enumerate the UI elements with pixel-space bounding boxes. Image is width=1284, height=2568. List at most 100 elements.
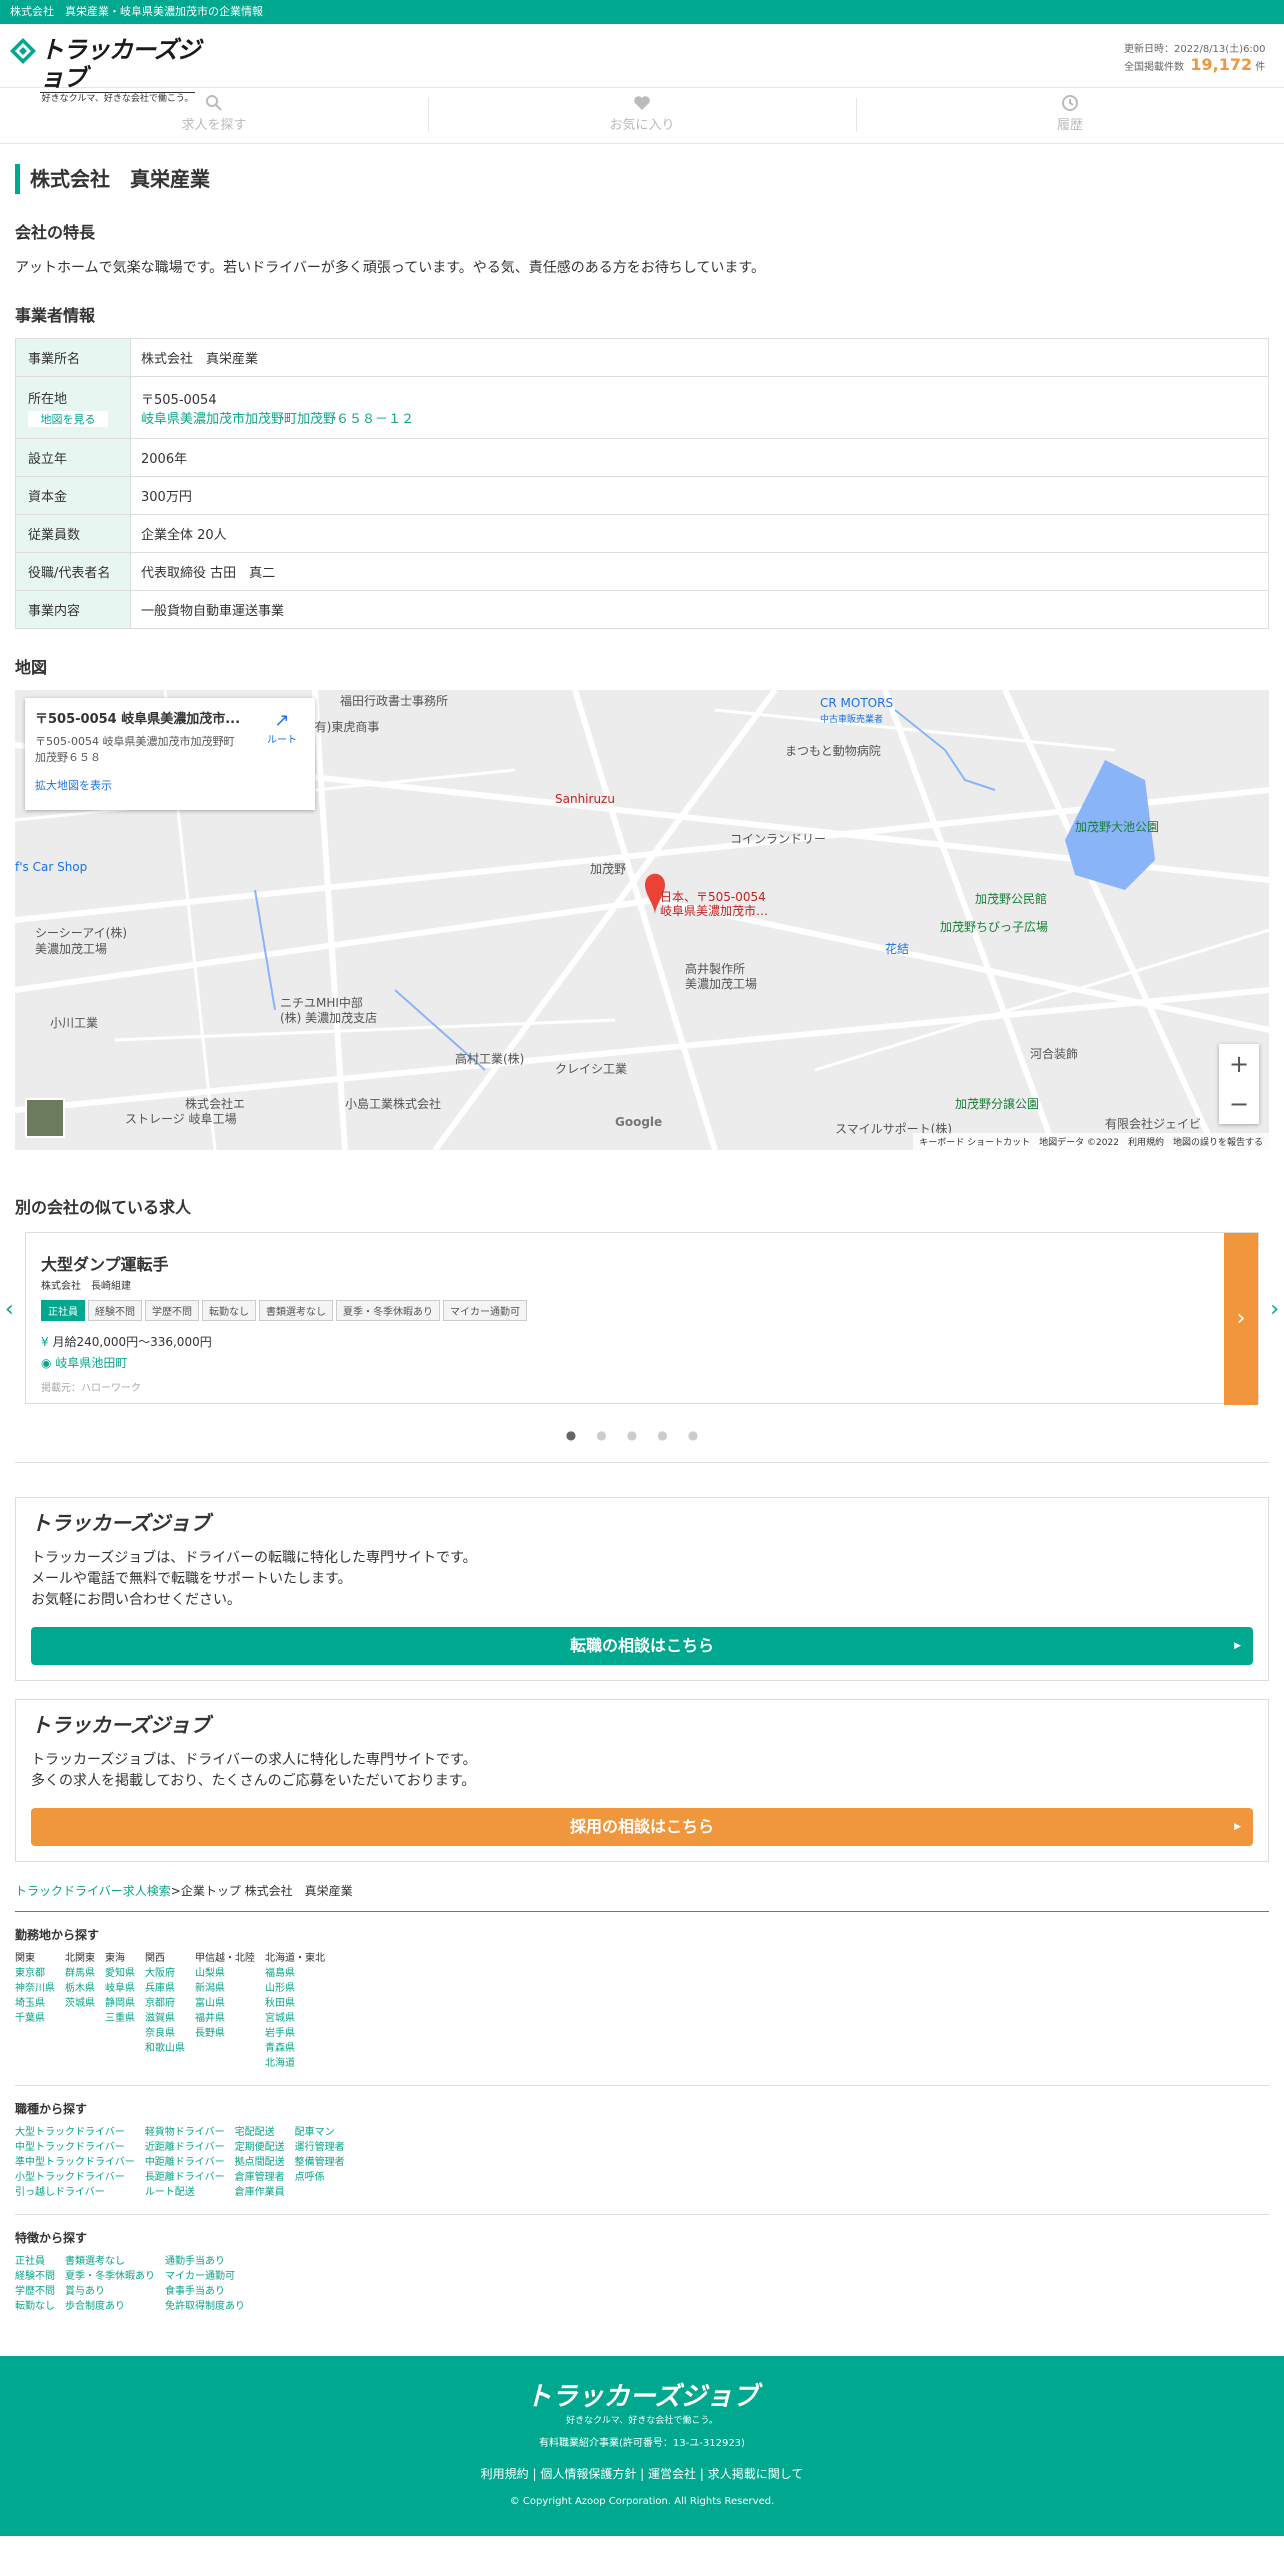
feature-link[interactable]: 学歴不問 xyxy=(15,2284,55,2299)
nav-history[interactable]: 履歴 xyxy=(856,88,1284,143)
area-link[interactable]: 青森県 xyxy=(265,2041,325,2056)
feature-link[interactable]: 夏季・冬季休暇あり xyxy=(65,2269,155,2284)
area-link[interactable]: 滋賀県 xyxy=(145,2011,185,2026)
feature-link[interactable]: マイカー通勤可 xyxy=(165,2269,245,2284)
area-link[interactable]: 静岡県 xyxy=(105,1996,135,2011)
job-link[interactable]: 倉庫管理者 xyxy=(235,2170,285,2185)
area-link[interactable]: 栃木県 xyxy=(65,1981,95,1996)
area-link[interactable]: 宮城県 xyxy=(265,2011,325,2026)
job-link[interactable]: ルート配送 xyxy=(145,2185,225,2200)
job-link[interactable]: 軽貨物ドライバー xyxy=(145,2125,225,2140)
map-button[interactable]: 地図を見る xyxy=(28,411,108,427)
job-link[interactable]: 配車マン xyxy=(295,2125,345,2140)
area-link[interactable]: 秋田県 xyxy=(265,1996,325,2011)
feature-link[interactable]: 経験不問 xyxy=(15,2269,55,2284)
feature-link[interactable]: 正社員 xyxy=(15,2254,55,2269)
carousel-next-button[interactable]: › xyxy=(1270,1297,1279,1322)
feature-link[interactable]: 書類選考なし xyxy=(65,2254,155,2269)
job-card[interactable]: 大型ダンプ運転手 株式会社 長崎組建 正社員 経験不問 学歴不問 転勤なし 書類選考なし… xyxy=(25,1232,1259,1405)
area-link[interactable]: 岐阜県 xyxy=(105,1981,135,1996)
area-link[interactable]: 富山県 xyxy=(195,1996,255,2011)
footer-link[interactable]: 個人情報保護方針 xyxy=(540,2467,636,2481)
footer-link[interactable]: 利用規約 xyxy=(481,2467,529,2481)
career-consult-button[interactable]: 転職の相談はこちら xyxy=(31,1627,1253,1665)
nav-favorite[interactable]: お気に入り xyxy=(428,88,856,143)
map-label: (有)東虎商事 xyxy=(310,720,380,734)
footer-license: 有料職業紹介事業(許可番号：13-ユ-312923) xyxy=(539,2438,745,2449)
area-link[interactable]: 奈良県 xyxy=(145,2026,185,2041)
zoom-in-button[interactable]: + xyxy=(1219,1044,1259,1084)
feature-link[interactable]: 転勤なし xyxy=(15,2299,55,2314)
area-link[interactable]: 茨城県 xyxy=(65,1996,95,2011)
area-link[interactable]: 山梨県 xyxy=(195,1966,255,1981)
area-link[interactable]: 群馬県 xyxy=(65,1966,95,1981)
footer-link[interactable]: 運営会社 xyxy=(648,2467,696,2481)
carousel-dot[interactable]: ● xyxy=(657,1428,687,1442)
area-link[interactable]: 福井県 xyxy=(195,2011,255,2026)
carousel-prev-button[interactable]: ‹ xyxy=(5,1297,14,1322)
carousel-dot[interactable]: ● xyxy=(566,1428,596,1442)
features-text: アットホームで気楽な職場です。若いドライバーが多く頑張っています。やる気、責任感… xyxy=(15,260,765,276)
address-link[interactable]: 岐阜県美濃加茂市加茂野町加茂野６５８－１２ xyxy=(141,412,414,427)
map-shortcut-link[interactable]: キーボード ショートカット xyxy=(919,1138,1030,1148)
job-link[interactable]: 整備管理者 xyxy=(295,2155,345,2170)
route-button[interactable]: ↗ ルート xyxy=(267,710,297,746)
job-link[interactable]: 点呼係 xyxy=(295,2170,345,2185)
embedded-map[interactable]: 福田行政書士事務所 (有)東虎商事 CR MOTORS 中古車販売業者 まつもと… xyxy=(15,690,1269,1150)
area-link[interactable]: 山形県 xyxy=(265,1981,325,1996)
breadcrumb-link[interactable]: トラックドライバー求人検索 xyxy=(15,1884,171,1898)
job-link[interactable]: 近距離ドライバー xyxy=(145,2140,225,2155)
recruit-consult-button[interactable]: 採用の相談はこちら xyxy=(31,1808,1253,1846)
site-logo[interactable]: トラッカーズジョブ 好きなクルマ、好きな会社で働こう。 xyxy=(10,36,201,104)
map-label: 高村工業(株) xyxy=(455,1052,525,1066)
feature-link[interactable]: 歩合制度あり xyxy=(65,2299,155,2314)
map-data: 地図データ ©2022 xyxy=(1039,1138,1119,1148)
area-link[interactable]: 埼玉県 xyxy=(15,1996,55,2011)
job-link[interactable]: 宅配配送 xyxy=(235,2125,285,2140)
job-link[interactable]: 運行管理者 xyxy=(295,2140,345,2155)
job-link[interactable]: 中型トラックドライバー xyxy=(15,2140,135,2155)
feature-link[interactable]: 免許取得制度あり xyxy=(165,2299,245,2314)
area-link[interactable]: 福島県 xyxy=(265,1966,325,1981)
area-link[interactable]: 大阪府 xyxy=(145,1966,185,1981)
job-link[interactable]: 長距離ドライバー xyxy=(145,2170,225,2185)
map-terms-link[interactable]: 利用規約 xyxy=(1128,1138,1164,1148)
job-link[interactable]: 小型トラックドライバー xyxy=(15,2170,135,2185)
area-link[interactable]: 岩手県 xyxy=(265,2026,325,2041)
area-link[interactable]: 北海道 xyxy=(265,2056,325,2071)
enlarge-map-link[interactable]: 拡大地図を表示 xyxy=(35,777,305,793)
job-link[interactable]: 大型トラックドライバー xyxy=(15,2125,135,2140)
area-link[interactable]: 京都府 xyxy=(145,1996,185,2011)
area-link[interactable]: 兵庫県 xyxy=(145,1981,185,1996)
footer-logo[interactable]: トラッカーズジョブ xyxy=(0,2376,1284,2413)
job-link[interactable]: 中距離ドライバー xyxy=(145,2155,225,2170)
job-link[interactable]: 定期便配送 xyxy=(235,2140,285,2155)
area-link[interactable]: 東京都 xyxy=(15,1966,55,1981)
nav-search[interactable]: 求人を探す xyxy=(0,88,428,143)
row-label: 役職/代表者名 xyxy=(15,552,131,591)
area-link[interactable]: 神奈川県 xyxy=(15,1981,55,1996)
job-link[interactable]: 拠点間配送 xyxy=(235,2155,285,2170)
job-link[interactable]: 引っ越しドライバー xyxy=(15,2185,135,2200)
job-link[interactable]: 倉庫作業員 xyxy=(235,2185,285,2200)
area-link[interactable]: 和歌山県 xyxy=(145,2041,185,2056)
feature-link[interactable]: 賞与あり xyxy=(65,2284,155,2299)
carousel-dot[interactable]: ● xyxy=(596,1428,626,1442)
area-link[interactable]: 新潟県 xyxy=(195,1981,255,1996)
carousel-dot[interactable]: ● xyxy=(688,1428,718,1442)
area-link[interactable]: 千葉県 xyxy=(15,2011,55,2026)
job-link[interactable]: 準中型トラックドライバー xyxy=(15,2155,135,2170)
feature-link[interactable]: 通勤手当あり xyxy=(165,2254,245,2269)
area-link[interactable]: 愛知県 xyxy=(105,1966,135,1981)
zoom-out-button[interactable]: − xyxy=(1219,1084,1259,1124)
map-label: 美濃加茂工場 xyxy=(35,942,108,956)
area-link[interactable]: 三重県 xyxy=(105,2011,135,2026)
carousel-dot[interactable]: ● xyxy=(627,1428,657,1442)
satellite-toggle[interactable] xyxy=(25,1098,65,1138)
job-location[interactable]: 岐阜県池田町 xyxy=(55,1356,127,1370)
footer-link[interactable]: 求人掲載に関して xyxy=(708,2467,804,2481)
feature-link[interactable]: 食事手当あり xyxy=(165,2284,245,2299)
area-link[interactable]: 長野県 xyxy=(195,2026,255,2041)
card-next-button[interactable]: › xyxy=(1224,1233,1258,1405)
map-report-link[interactable]: 地図の誤りを報告する xyxy=(1173,1138,1263,1148)
